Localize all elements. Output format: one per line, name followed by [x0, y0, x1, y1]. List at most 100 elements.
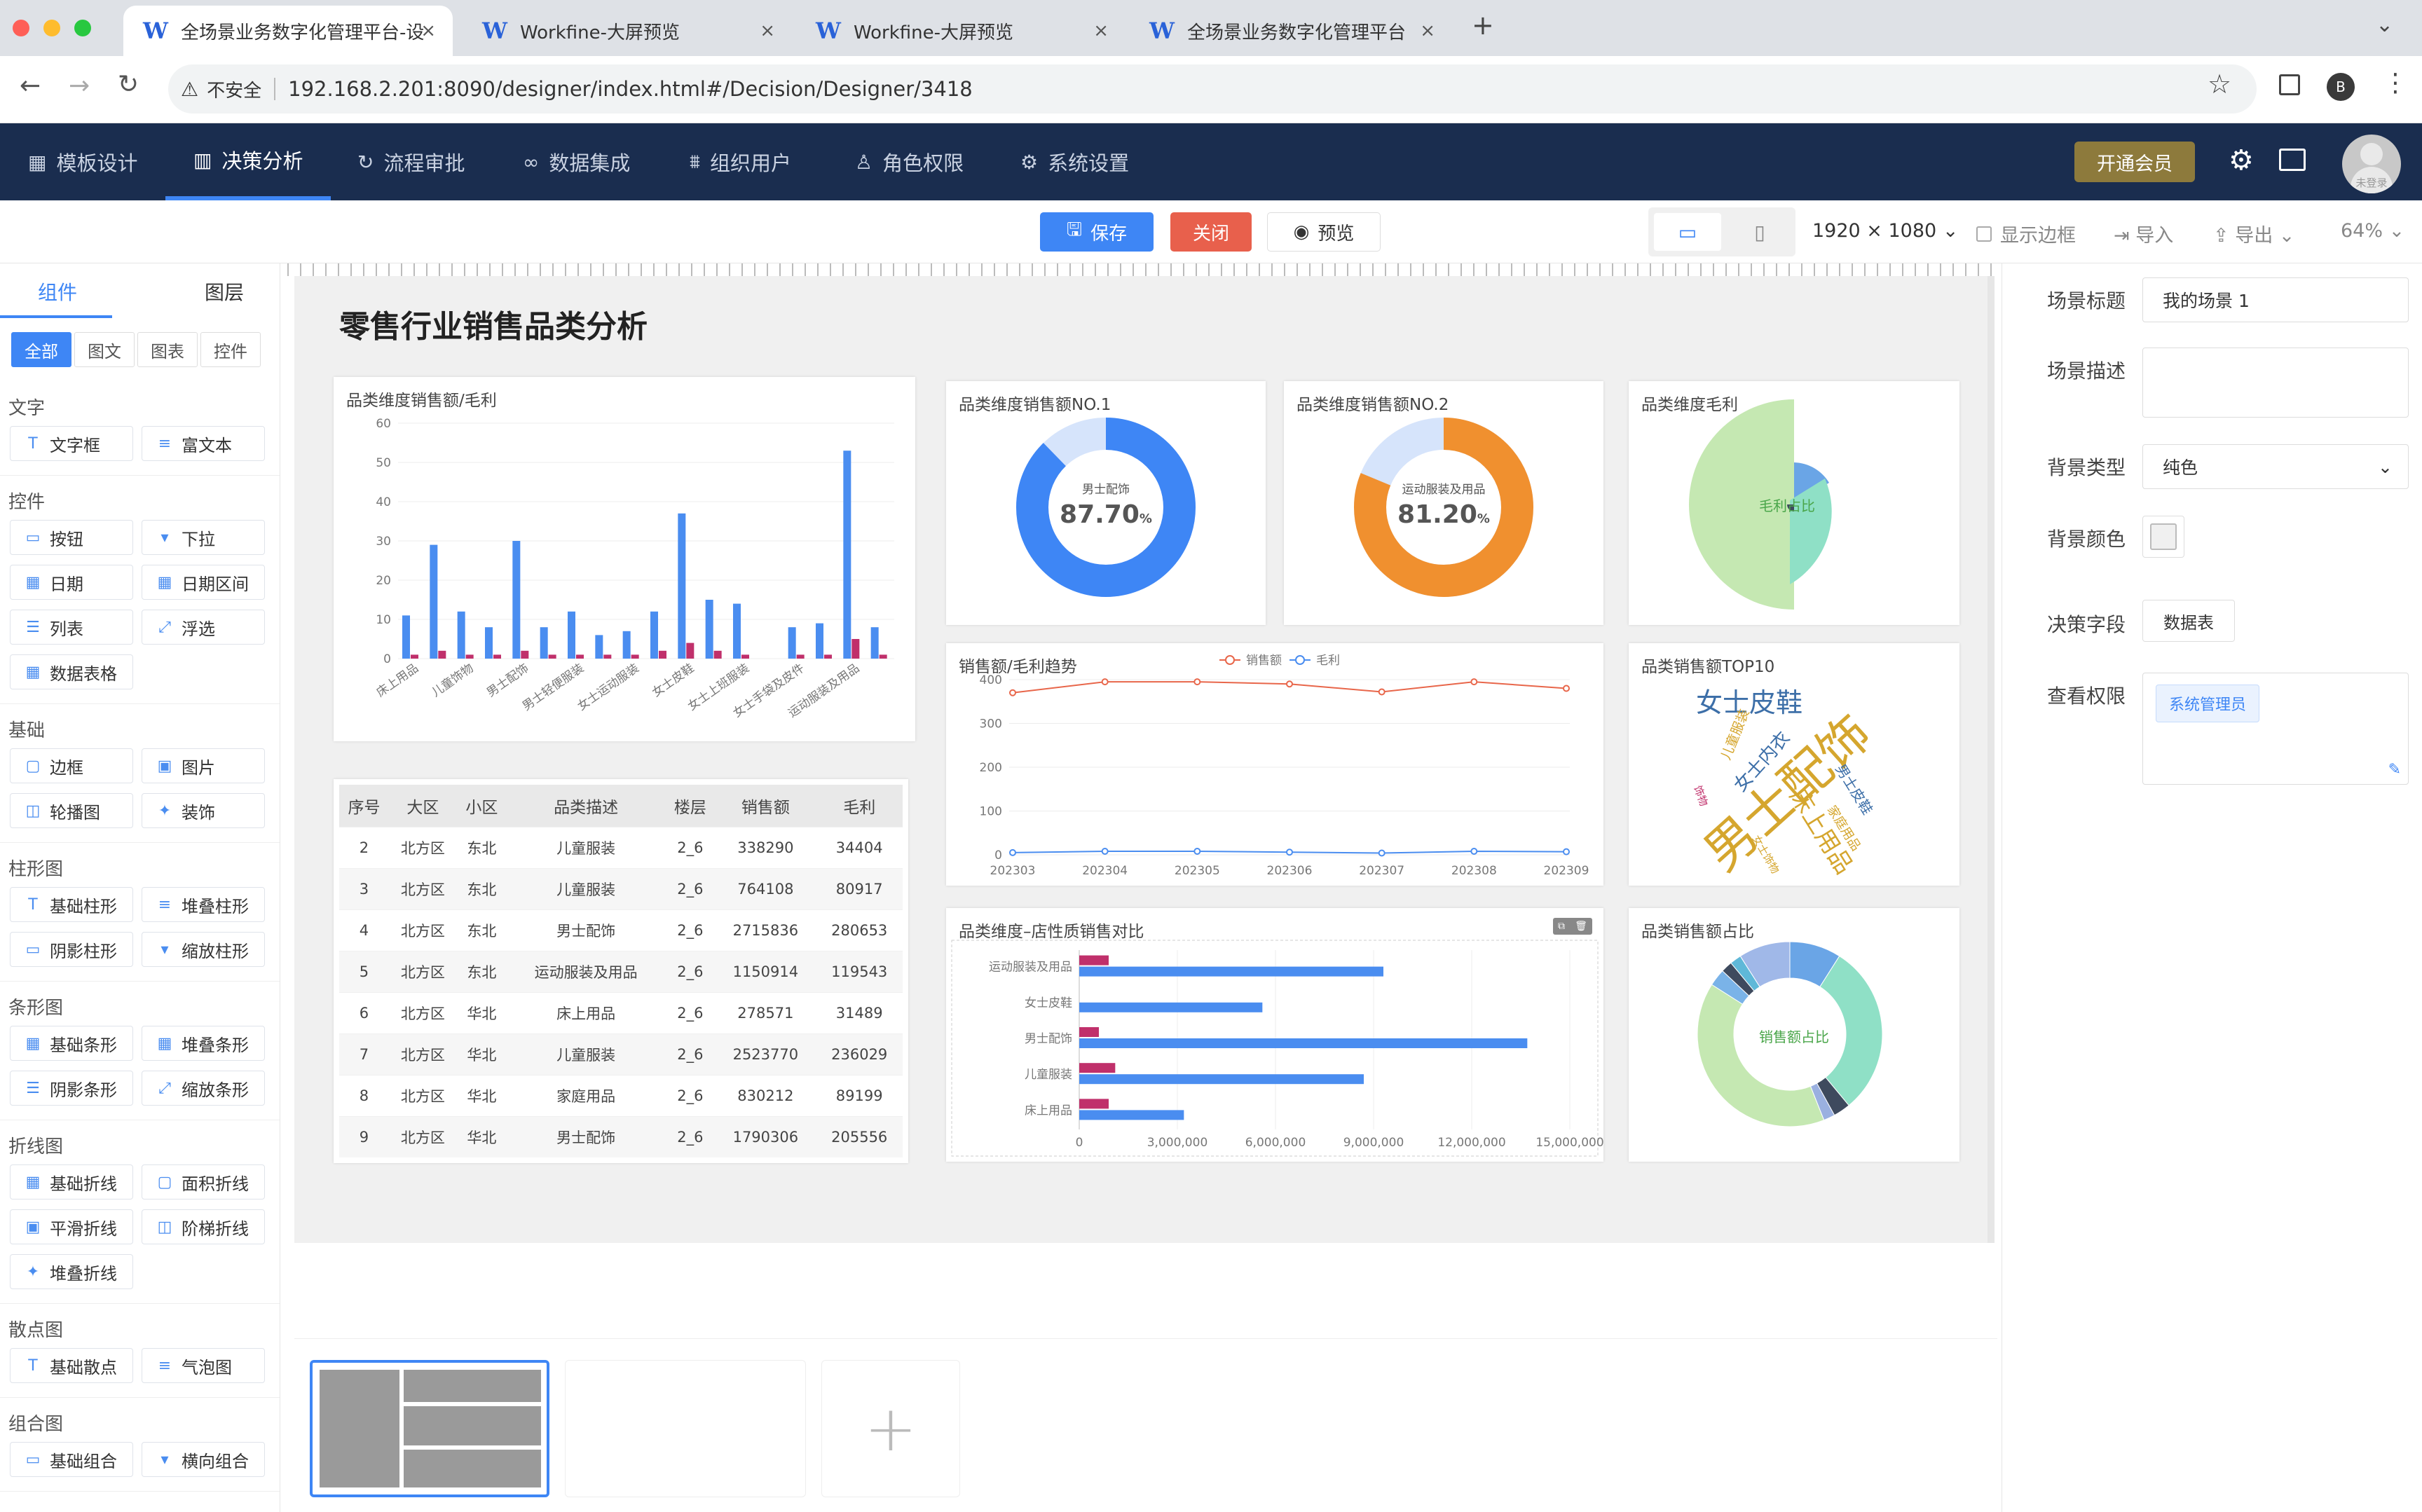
sales-share-card[interactable]: 品类销售额占比 销售额占比 — [1629, 908, 1959, 1162]
user-avatar[interactable]: 未登录 — [2342, 135, 2401, 193]
browser-tab-2[interactable]: W Workfine-大屏预览 × — [463, 6, 792, 56]
component-item[interactable]: ⤢ 浮选 — [142, 610, 265, 645]
url-field[interactable]: ⚠ 不安全 192.168.2.201:8090/designer/index.… — [168, 64, 2257, 114]
table-row[interactable]: 4 北方区 东北 男士配饰 2_6 2715836 280653 — [339, 909, 903, 951]
table-row[interactable]: 6 北方区 华北 床上用品 2_6 278571 31489 — [339, 991, 903, 1033]
browser-tab-3[interactable]: W Workfine-大屏预览 × — [796, 6, 1126, 56]
settings-gear-icon[interactable]: ⚙ — [2229, 144, 2254, 177]
table-header-cell[interactable]: 毛利 — [816, 785, 903, 827]
component-item[interactable]: ✦ 装饰 — [142, 793, 265, 828]
tab-close-icon[interactable]: × — [420, 20, 436, 41]
browser-tab-4[interactable]: W 全场景业务数字化管理平台 × — [1130, 6, 1452, 56]
export-button[interactable]: ⇪ 导出 ⌄ — [2213, 220, 2294, 247]
canvas-title[interactable]: 零售行业销售品类分析 — [339, 301, 648, 346]
component-item[interactable]: ▦ 基础条形 — [10, 1026, 133, 1061]
desktop-icon[interactable]: ▭ — [1654, 213, 1721, 251]
monitor-icon[interactable] — [2279, 149, 2306, 171]
add-scene-button[interactable]: + — [821, 1360, 960, 1497]
import-button[interactable]: ⇥ 导入 — [2114, 220, 2173, 247]
table-header-cell[interactable]: 大区 — [388, 785, 457, 827]
permission-box[interactable]: 系统管理员 ✎ — [2142, 673, 2409, 785]
nav-org-users[interactable]: ⩩ 组织用户 — [690, 123, 791, 200]
vip-button[interactable]: 开通会员 — [2074, 142, 2195, 182]
component-item[interactable]: ▦ 数据表格 — [10, 654, 133, 689]
component-item[interactable]: ≡ 富文本 — [142, 426, 265, 461]
component-item[interactable]: ▭ 基础组合 — [10, 1442, 133, 1477]
nav-data-integration[interactable]: ∞ 数据集成 — [523, 123, 630, 200]
wordcloud-card[interactable]: 品类销售额TOP10 男士配饰 女士皮鞋 床上用品 女士内衣 男士皮鞋 儿童服装… — [1629, 643, 1959, 886]
table-row[interactable]: 8 北方区 华北 家庭用品 2_6 830212 89199 — [339, 1074, 903, 1116]
component-item[interactable]: ▢ 边框 — [10, 748, 133, 783]
component-item[interactable]: ▭ 按钮 — [10, 520, 133, 555]
component-item[interactable]: ≡ 堆叠柱形 — [142, 887, 265, 922]
component-item[interactable]: ▦ 日期区间 — [142, 565, 265, 600]
gross-profit-rose-card[interactable]: 品类维度毛利 毛利占比 — [1629, 381, 1959, 625]
tab-close-icon[interactable]: × — [1420, 20, 1435, 41]
save-button[interactable]: 🖫 保存 — [1040, 212, 1154, 252]
bar-chart-card[interactable]: 品类维度销售额/毛利 60 50 40 30 20 10 0 床上用品 儿童饰物 男士配饰 男士轻便… — [334, 377, 915, 741]
tab-list-chevron-icon[interactable]: ⌄ — [2376, 13, 2393, 37]
component-item[interactable]: ✦ 堆叠折线 — [10, 1254, 133, 1289]
data-table-button[interactable]: 数据表 — [2142, 600, 2235, 642]
reload-icon[interactable]: ↻ — [118, 70, 139, 99]
show-border-checkbox[interactable]: 显示边框 — [1976, 220, 2076, 247]
scene-title-input[interactable]: 我的场景 1 — [2142, 277, 2409, 322]
component-item[interactable]: ◫ 阶梯折线 — [142, 1209, 265, 1244]
tab-close-icon[interactable]: × — [760, 20, 775, 41]
component-item[interactable]: ▢ 面积折线 — [142, 1164, 265, 1200]
preview-button[interactable]: ◉ 预览 — [1267, 212, 1381, 252]
tab-layers[interactable]: 图层 — [205, 277, 244, 305]
donut-no2-card[interactable]: 品类维度销售额NO.2 运动服装及用品 81.20% — [1284, 381, 1603, 625]
data-table-card[interactable]: 序号 大区 小区 品类描述 楼层 销售额 毛利 2 北方区 东北 儿童服装 2_6 338290 3440… — [334, 779, 908, 1163]
nav-system-settings[interactable]: ⚙ 系统设置 — [1020, 123, 1129, 200]
trend-line-card[interactable]: 销售额/毛利趋势 销售额 毛利 400 300 200 100 0 202303 202304 2… — [946, 643, 1603, 886]
bg-type-select[interactable]: 纯色 ⌄ — [2142, 444, 2409, 489]
component-item[interactable]: ▾ 下拉 — [142, 520, 265, 555]
table-header-cell[interactable]: 序号 — [339, 785, 389, 827]
zoom-select[interactable]: 64% ⌄ — [2341, 220, 2404, 242]
nav-process-approval[interactable]: ↻ 流程审批 — [357, 123, 465, 200]
browser-tab-1[interactable]: W 全场景业务数字化管理平台-设 × — [123, 6, 453, 56]
table-row[interactable]: 5 北方区 东北 运动服装及用品 2_6 1150914 119543 — [339, 950, 903, 992]
donut-no1-card[interactable]: 品类维度销售额NO.1 男士配饰 87.70% — [946, 381, 1266, 625]
table-row[interactable]: 2 北方区 东北 儿童服装 2_6 338290 34404 — [339, 826, 903, 868]
new-tab-button[interactable]: + — [1472, 10, 1494, 41]
component-item[interactable]: ◫ 轮播图 — [10, 793, 133, 828]
component-item[interactable]: ≡ 气泡图 — [142, 1348, 265, 1383]
table-header-cell[interactable]: 销售额 — [715, 785, 816, 827]
store-type-hbar-card[interactable]: 品类维度–店性质销售对比 ⧉ 🗑 0 3,000,000 6,000,000 9,000… — [946, 908, 1603, 1162]
window-close-dot[interactable] — [13, 20, 29, 36]
component-item[interactable]: ⤢ 缩放条形 — [142, 1071, 265, 1106]
back-arrow-icon[interactable]: ← — [20, 71, 41, 100]
scene-thumbnail-2[interactable] — [565, 1360, 806, 1497]
table-row[interactable]: 3 北方区 东北 儿童服装 2_6 764108 80917 — [339, 867, 903, 909]
table-row[interactable]: 7 北方区 华北 儿童服装 2_6 2523770 236029 — [339, 1033, 903, 1075]
component-item[interactable]: ▦ 堆叠条形 — [142, 1026, 265, 1061]
component-item[interactable]: ▾ 缩放柱形 — [142, 932, 265, 967]
nav-role-permission[interactable]: ♙ 角色权限 — [855, 123, 964, 200]
component-item[interactable]: ☰ 列表 — [10, 610, 133, 645]
filter-graphic[interactable]: 图文 — [74, 332, 135, 367]
profile-avatar[interactable]: B — [2327, 73, 2355, 101]
component-item[interactable]: T 文字框 — [10, 426, 133, 461]
component-item[interactable]: ▦ 日期 — [10, 565, 133, 600]
mobile-icon[interactable]: ▯ — [1730, 213, 1790, 251]
table-header-cell[interactable]: 小区 — [456, 785, 507, 827]
resolution-select[interactable]: 1920 × 1080 ⌄ — [1812, 220, 1958, 242]
nav-template-design[interactable]: ▦ 模板设计 — [28, 123, 137, 200]
component-item[interactable]: ▣ 图片 — [142, 748, 265, 783]
nav-decision-analysis[interactable]: ▥ 决策分析 — [165, 123, 331, 200]
canvas-scrollbar[interactable] — [1987, 276, 1995, 1243]
component-item[interactable]: ▭ 阴影柱形 — [10, 932, 133, 967]
window-minimize-dot[interactable] — [43, 20, 60, 36]
edit-icon[interactable]: ✎ — [2388, 761, 2401, 778]
bookmark-star-icon[interactable]: ☆ — [2208, 69, 2231, 99]
window-zoom-dot[interactable] — [74, 20, 91, 36]
tab-components[interactable]: 组件 — [38, 277, 77, 305]
tab-close-icon[interactable]: × — [1093, 20, 1109, 41]
close-button[interactable]: 关闭 — [1170, 212, 1252, 252]
filter-control[interactable]: 控件 — [200, 332, 261, 367]
browser-menu-icon[interactable]: ⋮ — [2383, 69, 2408, 97]
permission-tag[interactable]: 系统管理员 — [2156, 685, 2260, 722]
filter-all[interactable]: 全部 — [11, 332, 71, 367]
